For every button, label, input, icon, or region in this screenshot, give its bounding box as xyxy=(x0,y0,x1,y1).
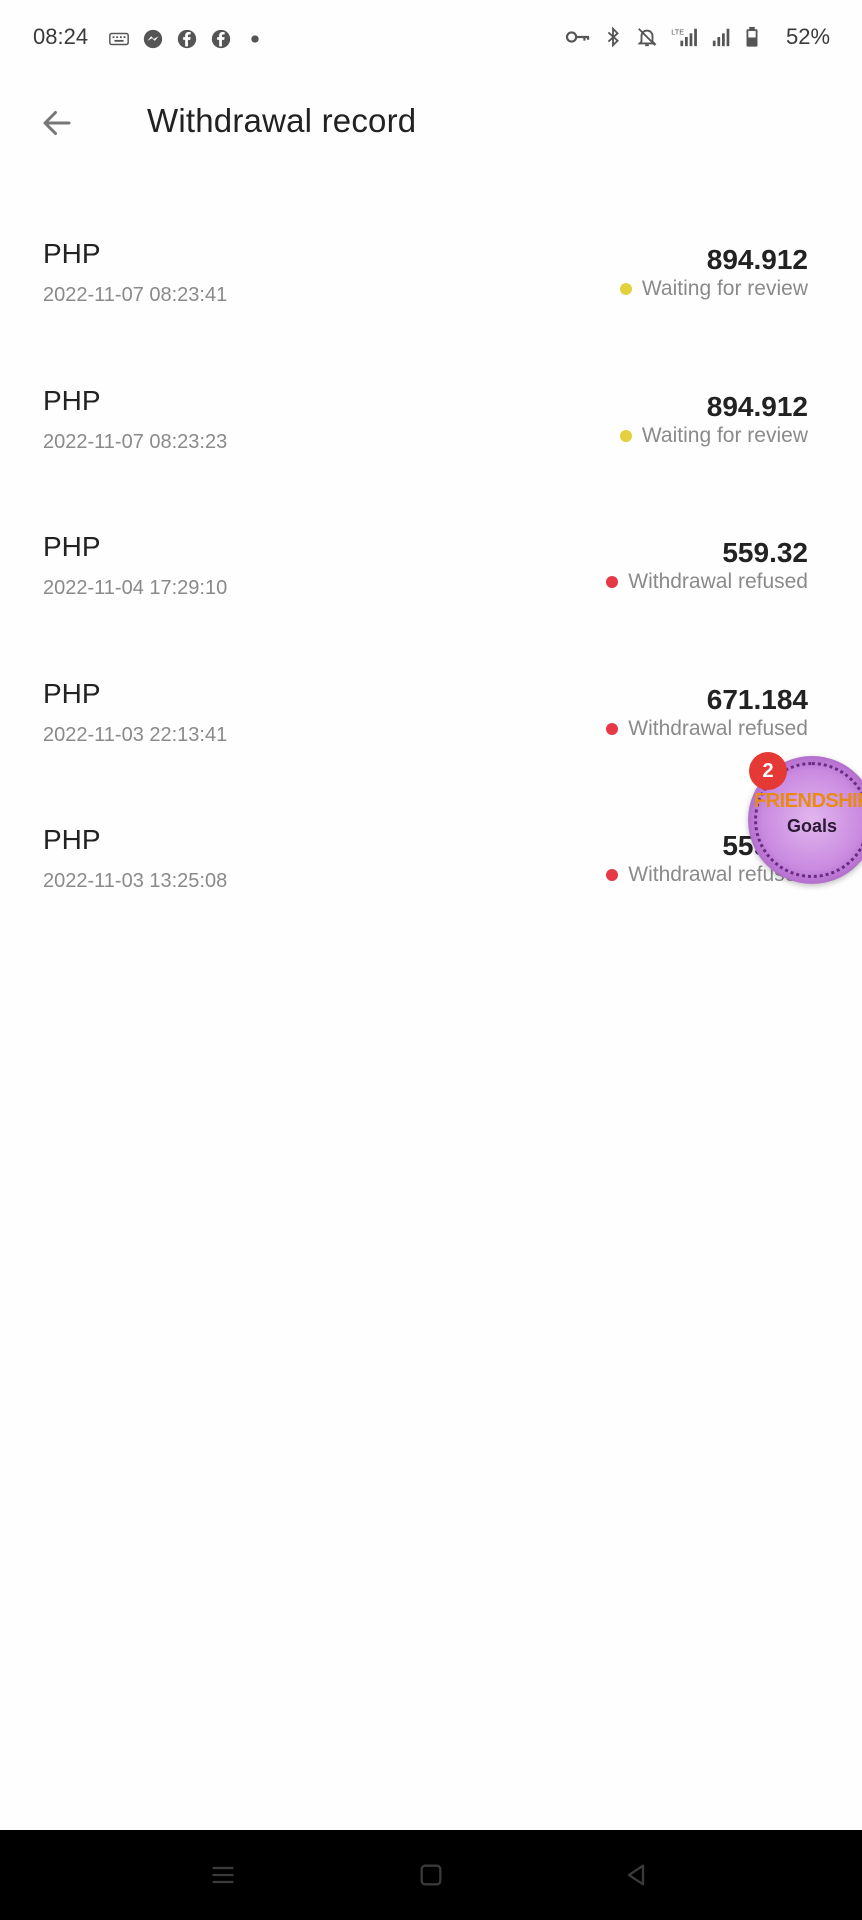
dot-icon xyxy=(251,35,259,43)
menu-icon xyxy=(212,1866,234,1884)
record-status-text: Withdrawal refused xyxy=(628,570,808,593)
status-dot-icon xyxy=(619,429,632,442)
record-status: Withdrawal refused xyxy=(606,570,808,594)
lte-signal-icon: LTE xyxy=(671,27,697,47)
status-dot-icon xyxy=(606,576,619,588)
facebook-icon xyxy=(211,29,231,49)
battery-icon xyxy=(746,26,758,47)
keyboard-icon xyxy=(109,32,129,46)
home-button[interactable] xyxy=(413,1857,449,1893)
bubble-text-top: FRIENDSHIP xyxy=(753,790,862,812)
record-currency: PHP xyxy=(43,238,101,269)
record-time: 2022-11-03 13:25:08 xyxy=(43,870,228,892)
record-status: Waiting for review xyxy=(619,277,808,301)
record-time: 2022-11-04 17:29:10 xyxy=(43,577,228,599)
record-currency: PHP xyxy=(43,677,101,709)
facebook-icon xyxy=(177,29,197,49)
page-title: Withdrawal record xyxy=(147,102,417,139)
record-amount: 894.912 xyxy=(706,390,808,422)
list-item[interactable]: PHP 2022-11-07 08:23:41 894.912 Waiting … xyxy=(0,218,862,365)
record-currency: PHP xyxy=(43,824,101,855)
status-dot-icon xyxy=(606,869,619,881)
list-item[interactable]: PHP 2022-11-03 22:13:41 671.184 Withdraw… xyxy=(0,658,862,805)
record-currency: PHP xyxy=(43,531,101,562)
vpn-key-icon xyxy=(565,31,590,43)
signal-icon xyxy=(712,28,730,47)
record-status: Withdrawal refused xyxy=(606,717,808,741)
list-item[interactable]: PHP 2022-11-04 17:29:10 559.32 Withdrawa… xyxy=(0,511,862,658)
list-item[interactable]: PHP 2022-11-03 13:25:08 559.32 Withdrawa… xyxy=(0,804,862,951)
messenger-icon xyxy=(143,29,163,49)
record-status: Waiting for review xyxy=(619,423,808,448)
record-time: 2022-11-03 22:13:41 xyxy=(43,723,228,746)
record-status-text: Waiting for review xyxy=(641,277,808,300)
battery-percentage: 52% xyxy=(786,24,831,49)
arrow-back-icon xyxy=(43,111,71,135)
back-triangle-icon xyxy=(627,1864,645,1886)
record-amount: 894.912 xyxy=(706,244,808,275)
home-icon xyxy=(420,1864,442,1886)
record-status-text: Withdrawal refused xyxy=(628,716,808,740)
notification-badge: 2 xyxy=(749,752,787,790)
status-dot-icon xyxy=(619,283,632,295)
recent-apps-button[interactable] xyxy=(205,1857,241,1893)
record-currency: PHP xyxy=(43,384,101,416)
screen: 08:24 LTE 52% Withdrawal record PHP 2022… xyxy=(0,0,862,1920)
record-amount: 559.32 xyxy=(722,537,808,568)
status-bar: 08:24 LTE 52% xyxy=(0,0,862,82)
back-nav-button[interactable] xyxy=(618,1857,654,1893)
status-time: 08:24 xyxy=(33,24,89,49)
withdrawal-record-list: PHP 2022-11-07 08:23:41 894.912 Waiting … xyxy=(0,218,862,951)
bubble-text-bottom: Goals xyxy=(786,816,838,836)
record-status-text: Waiting for review xyxy=(641,423,808,447)
bluetooth-icon xyxy=(607,26,619,48)
header: Withdrawal record xyxy=(0,82,862,164)
svg-text:LTE: LTE xyxy=(671,27,684,36)
back-button[interactable] xyxy=(34,100,80,146)
record-amount: 671.184 xyxy=(706,683,808,715)
status-right-icons: LTE xyxy=(564,26,760,48)
notifications-off-icon xyxy=(637,28,657,47)
navigation-bar xyxy=(0,1830,862,1920)
list-item[interactable]: PHP 2022-11-07 08:23:23 894.912 Waiting … xyxy=(0,365,862,512)
status-left-icons xyxy=(108,28,266,50)
record-time: 2022-11-07 08:23:23 xyxy=(43,430,228,453)
record-time: 2022-11-07 08:23:41 xyxy=(43,284,228,306)
status-dot-icon xyxy=(606,722,619,735)
